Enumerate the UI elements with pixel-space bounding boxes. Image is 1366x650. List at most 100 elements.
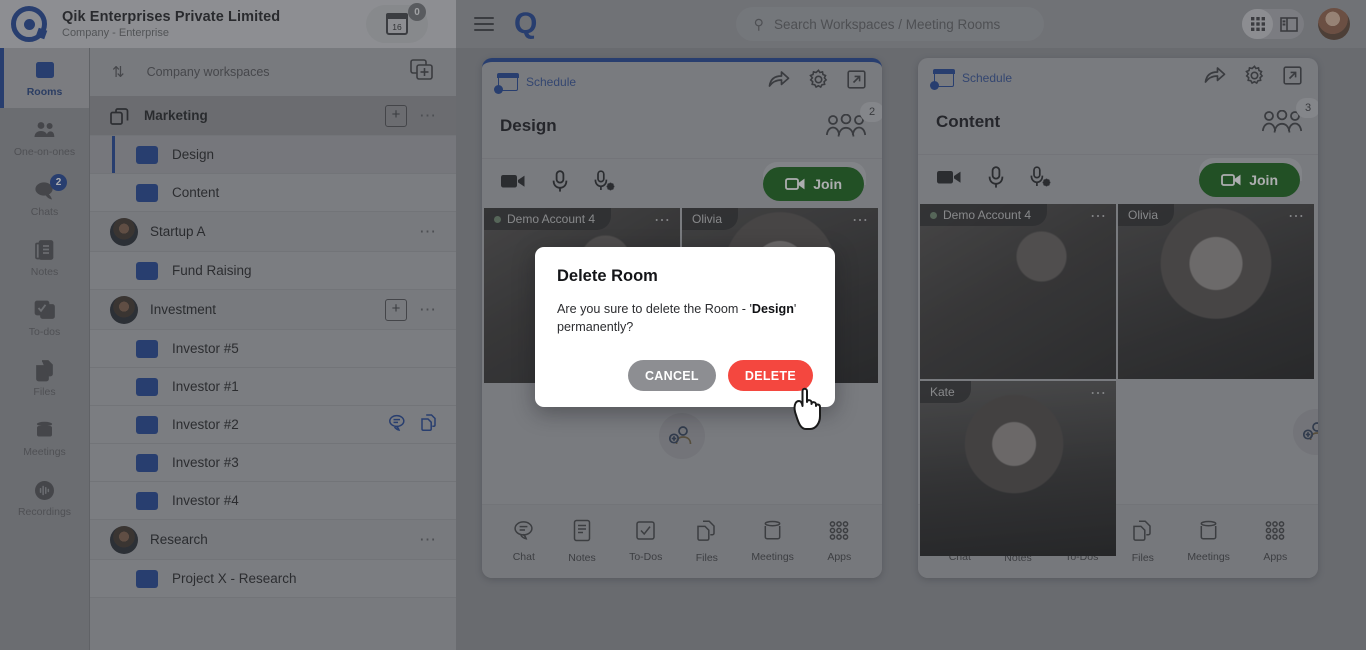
rooms-icon (33, 58, 57, 82)
room-row[interactable]: Project X - Research (90, 560, 456, 598)
share-icon[interactable] (1204, 66, 1226, 90)
card-tool-to-dos[interactable]: To-Dos (629, 520, 662, 563)
gear-icon[interactable] (808, 69, 829, 95)
cancel-button[interactable]: CANCEL (628, 360, 716, 391)
checkbox-icon (33, 298, 57, 322)
participant-nametag: Demo Account 4 (920, 204, 1047, 226)
room-row[interactable]: Investor #4 (90, 482, 456, 520)
participants-icon[interactable]: 2 (826, 108, 866, 145)
group-more-icon[interactable]: ⋯ (419, 106, 438, 126)
rail-item-files[interactable]: Files (0, 348, 89, 408)
card-tool-files[interactable]: Files (1132, 519, 1154, 564)
workspace-list[interactable]: Marketing+⋯DesignContentStartup A⋯Fund R… (90, 96, 456, 598)
add-room-button[interactable]: + (385, 105, 407, 127)
row-chat-icon[interactable] (388, 414, 406, 436)
workspace-group-title: Startup A (150, 224, 206, 239)
card-tool-apps[interactable]: Apps (827, 520, 851, 563)
schedule-button[interactable]: Schedule (934, 70, 1012, 87)
org-text-block: Qik Enterprises Private Limited Company … (58, 9, 366, 39)
room-row[interactable]: Content (90, 174, 456, 212)
rail-item-notes[interactable]: Notes (0, 228, 89, 288)
tile-more-icon[interactable]: ⋯ (654, 210, 672, 230)
join-button[interactable]: Join (1199, 163, 1300, 197)
workspace-group-investment[interactable]: Investment+⋯ (90, 290, 456, 330)
tile-more-icon[interactable]: ⋯ (1090, 383, 1108, 403)
gear-icon[interactable] (1244, 65, 1265, 91)
microphone-settings-icon[interactable] (1030, 166, 1052, 194)
sort-updown-icon[interactable]: ⇅ (112, 63, 125, 81)
rail-item-recordings[interactable]: Recordings (0, 468, 89, 528)
participant-nametag: Olivia (1118, 204, 1174, 226)
microphone-settings-icon[interactable] (594, 170, 616, 198)
group-more-icon[interactable]: ⋯ (419, 530, 438, 550)
app-logo[interactable] (0, 6, 58, 42)
row-files-icon[interactable] (420, 413, 438, 437)
card-tool-meetings[interactable]: Meetings (1187, 520, 1230, 563)
group-more-icon[interactable]: ⋯ (419, 222, 438, 242)
dialog-title: Delete Room (557, 267, 813, 286)
room-row[interactable]: Investor #3 (90, 444, 456, 482)
room-row[interactable]: Design (90, 136, 456, 174)
group-avatar (110, 218, 138, 246)
room-title: Design (500, 108, 557, 136)
camera-icon[interactable] (936, 168, 962, 191)
schedule-button[interactable]: Schedule (498, 74, 576, 91)
group-more-icon[interactable]: ⋯ (419, 300, 438, 320)
hamburger-menu-icon[interactable] (474, 17, 494, 31)
join-button[interactable]: Join (763, 167, 864, 201)
microphone-icon[interactable] (988, 166, 1004, 194)
expand-icon[interactable] (1283, 66, 1302, 90)
rail-item-to-dos[interactable]: To-dos (0, 288, 89, 348)
card-tool-chat[interactable]: Chat (513, 520, 535, 563)
avatar[interactable] (1318, 8, 1350, 40)
calendar-button[interactable]: 16 0 (366, 5, 428, 43)
workspace-group-marketing[interactable]: Marketing+⋯ (90, 96, 456, 136)
card-title-row: Design 2 (482, 102, 882, 158)
card-controls: Join (918, 154, 1318, 204)
card-tool-meetings[interactable]: Meetings (751, 520, 794, 563)
notes-icon (33, 238, 57, 262)
add-workspace-icon[interactable] (410, 59, 434, 86)
expand-icon[interactable] (847, 70, 866, 94)
people-icon (33, 118, 57, 142)
microphone-icon[interactable] (552, 170, 568, 198)
schedule-label: Schedule (962, 71, 1012, 85)
tile-more-icon[interactable]: ⋯ (1288, 206, 1306, 226)
room-row[interactable]: Investor #1 (90, 368, 456, 406)
add-participant-button[interactable] (659, 413, 705, 459)
participant-tile[interactable]: Olivia ⋯ (1118, 204, 1314, 379)
room-row[interactable]: Fund Raising (90, 252, 456, 290)
rail-item-meetings[interactable]: Meetings (0, 408, 89, 468)
card-tool-apps[interactable]: Apps (1263, 520, 1287, 563)
participant-tile[interactable]: Demo Account 4 ⋯ (920, 204, 1116, 379)
workspace-group-startup-a[interactable]: Startup A ⋯ (90, 212, 456, 252)
participants-icon[interactable]: 3 (1262, 104, 1302, 141)
tile-more-icon[interactable]: ⋯ (852, 210, 870, 230)
add-room-button[interactable]: + (385, 299, 407, 321)
split-view-icon[interactable] (1273, 9, 1304, 39)
room-color-chip (136, 184, 158, 202)
share-icon[interactable] (768, 70, 790, 94)
qik-logo-icon (11, 6, 47, 42)
card-header: Schedule (918, 58, 1318, 98)
search-input[interactable] (774, 17, 1026, 32)
room-row[interactable]: Investor #2 (90, 406, 456, 444)
workspace-group-research[interactable]: Research⋯ (90, 520, 456, 560)
rail-item-chats[interactable]: Chats2 (0, 168, 89, 228)
card-tool-notes[interactable]: Notes (568, 519, 595, 564)
grid-view-icon[interactable] (1242, 9, 1273, 39)
rail-item-one-on-ones[interactable]: One-on-ones (0, 108, 89, 168)
room-row[interactable]: Investor #5 (90, 330, 456, 368)
camera-icon[interactable] (500, 172, 526, 195)
room-name: Content (172, 185, 219, 200)
participant-tile[interactable]: Kate⋯ (920, 381, 1116, 556)
tile-more-icon[interactable]: ⋯ (1090, 206, 1108, 226)
room-name: Project X - Research (172, 571, 297, 586)
workspace-sort-label: Company workspaces (147, 65, 270, 79)
card-tool-files[interactable]: Files (696, 519, 718, 564)
rail-item-rooms[interactable]: Rooms (0, 48, 89, 108)
add-participant-button[interactable] (1293, 409, 1318, 455)
participant-nametag: Demo Account 4 (484, 208, 611, 230)
view-toggle[interactable] (1242, 9, 1304, 39)
search-box[interactable]: ⚲ (736, 7, 1044, 41)
